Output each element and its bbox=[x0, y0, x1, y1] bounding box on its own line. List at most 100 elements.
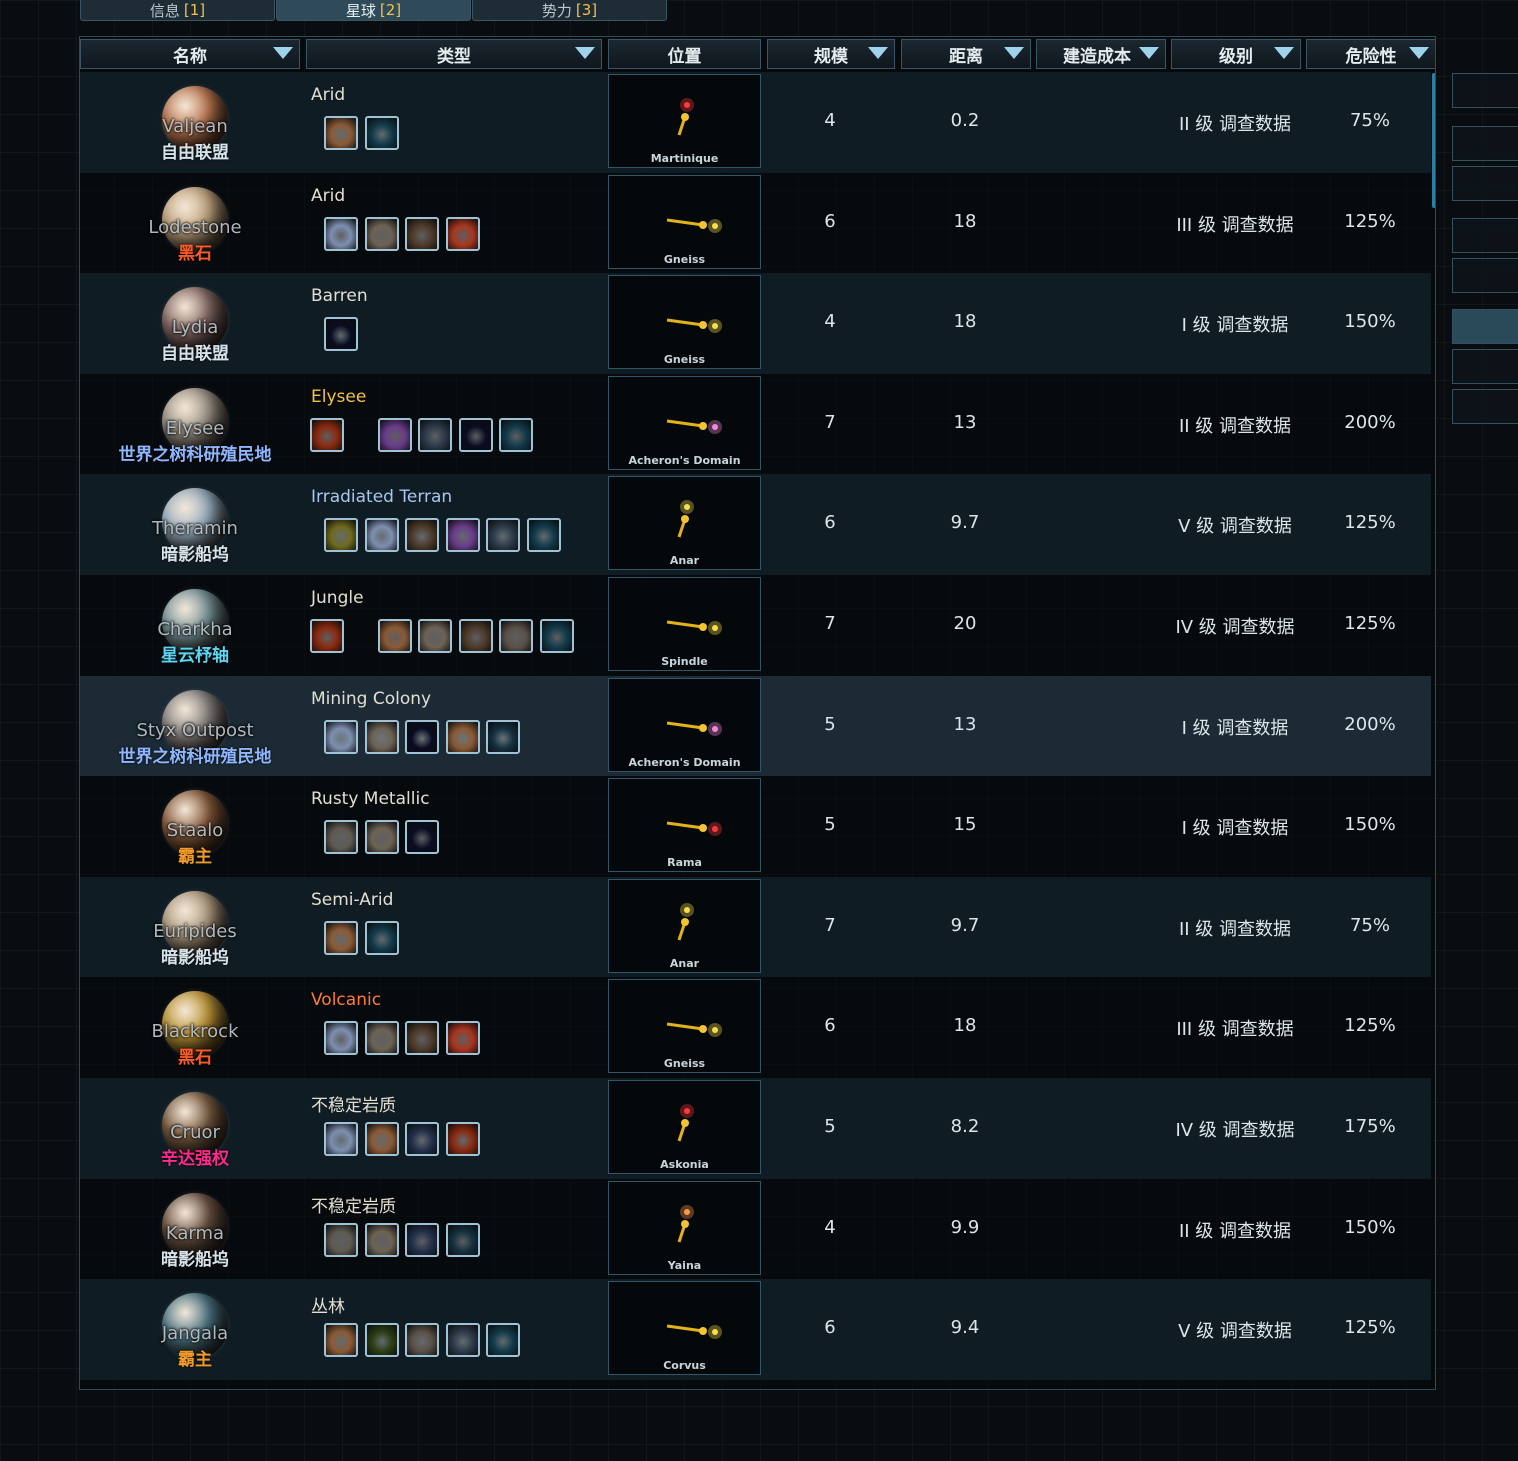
person-condition-icon[interactable] bbox=[364, 920, 399, 955]
header-hazard[interactable]: 危险性 bbox=[1306, 39, 1435, 69]
crystal-condition-icon[interactable] bbox=[445, 518, 480, 553]
location-minimap[interactable]: Yaina bbox=[608, 1180, 761, 1275]
wreck-condition-icon[interactable] bbox=[486, 518, 520, 553]
wreck-condition-icon[interactable] bbox=[445, 1323, 480, 1358]
table-row[interactable]: Jangala 霸主 丛林 Corvus 6 9.4 V 级 调查数据 125% bbox=[80, 1279, 1431, 1380]
header-tier[interactable]: 级别 bbox=[1171, 39, 1301, 69]
table-row[interactable]: Theramin 暗影船坞 Irradiated Terran Anar 6 9.7 V 级… bbox=[80, 474, 1431, 575]
header-build-cost[interactable]: 建造成本 bbox=[1036, 39, 1166, 69]
table-row[interactable]: Elysee 世界之树科研殖民地 Elysee Acheron's Domain 7 13… bbox=[80, 374, 1431, 475]
person-condition-icon[interactable] bbox=[539, 618, 574, 653]
tab-factions[interactable]: 势力 [3] bbox=[472, 0, 667, 21]
side-button[interactable] bbox=[1452, 73, 1518, 108]
stars-condition-icon[interactable] bbox=[324, 317, 358, 352]
stars-condition-icon[interactable] bbox=[458, 417, 493, 452]
heat-condition-icon[interactable] bbox=[445, 216, 480, 251]
person-condition-icon[interactable] bbox=[364, 116, 399, 150]
location-minimap[interactable]: Rama bbox=[608, 778, 761, 873]
side-button[interactable] bbox=[1452, 126, 1518, 161]
mountain-condition-icon[interactable] bbox=[364, 719, 399, 754]
ice-condition-icon[interactable] bbox=[324, 1021, 358, 1056]
crystal-condition-icon[interactable] bbox=[377, 417, 412, 452]
person-condition-icon[interactable] bbox=[526, 518, 561, 553]
mountain-condition-icon[interactable] bbox=[418, 618, 452, 653]
scrollbar-thumb[interactable] bbox=[1432, 73, 1435, 208]
lava-condition-icon[interactable] bbox=[310, 618, 344, 653]
location-minimap[interactable]: Corvus bbox=[608, 1281, 761, 1376]
tab-info[interactable]: 信息 [1] bbox=[80, 0, 275, 21]
planet-size: 7 bbox=[824, 914, 836, 936]
ice-condition-icon[interactable] bbox=[324, 1121, 358, 1156]
person-condition-icon[interactable] bbox=[486, 1323, 520, 1358]
tab-planets[interactable]: 星球 [2] bbox=[276, 0, 471, 21]
side-button[interactable] bbox=[1452, 349, 1518, 384]
vine-condition-icon[interactable] bbox=[405, 518, 439, 553]
location-minimap[interactable]: Acheron's Domain bbox=[608, 375, 761, 470]
location-minimap[interactable]: Martinique bbox=[608, 74, 761, 168]
ice-condition-icon[interactable] bbox=[364, 518, 399, 553]
desert-condition-icon[interactable] bbox=[324, 1323, 358, 1358]
planet-faction: 自由联盟 bbox=[161, 344, 229, 365]
stars-condition-icon[interactable] bbox=[405, 719, 439, 754]
location-minimap[interactable]: Anar bbox=[608, 476, 761, 571]
mountain-condition-icon[interactable] bbox=[364, 820, 399, 855]
side-button-active[interactable] bbox=[1452, 309, 1518, 344]
mountain-condition-icon[interactable] bbox=[364, 216, 399, 251]
table-row[interactable]: Euripides 暗影船坞 Semi-Arid Anar 7 9.7 II 级 调查数据 7… bbox=[80, 876, 1431, 978]
side-button[interactable] bbox=[1452, 258, 1518, 293]
location-minimap[interactable]: Askonia bbox=[608, 1079, 761, 1174]
mountain-condition-icon[interactable] bbox=[364, 1222, 399, 1257]
moss-condition-icon[interactable] bbox=[324, 518, 358, 553]
side-button[interactable] bbox=[1452, 389, 1518, 424]
side-button[interactable] bbox=[1452, 218, 1518, 253]
vine-condition-icon[interactable] bbox=[405, 1021, 439, 1056]
ice-condition-icon[interactable] bbox=[324, 719, 358, 754]
vine-condition-icon[interactable] bbox=[458, 618, 493, 653]
sky-condition-icon[interactable] bbox=[405, 1222, 439, 1257]
table-row[interactable]: Lodestone 黑石 Arid Gneiss 6 18 III 级 调查数据 125% bbox=[80, 173, 1431, 274]
person-condition-icon[interactable] bbox=[499, 417, 533, 452]
desert-condition-icon[interactable] bbox=[324, 116, 358, 150]
gas-condition-icon[interactable] bbox=[486, 719, 520, 754]
rock-condition-icon[interactable] bbox=[499, 618, 533, 653]
lava-condition-icon[interactable] bbox=[445, 1121, 480, 1156]
table-row[interactable]: Valjean 自由联盟 Arid Martinique 4 0.2 II 级 调查数据 75… bbox=[80, 72, 1431, 173]
location-minimap[interactable]: Gneiss bbox=[608, 979, 761, 1074]
location-minimap[interactable]: Acheron's Domain bbox=[608, 677, 761, 772]
header-name[interactable]: 名称 bbox=[80, 39, 300, 69]
location-minimap[interactable]: Gneiss bbox=[608, 275, 761, 370]
planet-type: Elysee bbox=[311, 386, 367, 407]
table-row[interactable]: Lydia 自由联盟 Barren Gneiss 4 18 I 级 调查数据 150% bbox=[80, 273, 1431, 374]
metal-condition-icon[interactable] bbox=[324, 1222, 358, 1257]
table-row[interactable]: Blackrock 黑石 Volcanic Gneiss 6 18 III 级 调查数据 12… bbox=[80, 977, 1431, 1078]
lava-condition-icon[interactable] bbox=[310, 417, 344, 452]
side-button[interactable] bbox=[1452, 166, 1518, 201]
location-minimap[interactable]: Gneiss bbox=[608, 174, 761, 269]
header-scale[interactable]: 规模 bbox=[767, 39, 895, 69]
table-row[interactable]: Styx Outpost 世界之树科研殖民地 Mining Colony Achero… bbox=[80, 675, 1431, 777]
desert-condition-icon[interactable] bbox=[364, 1121, 399, 1156]
vine-condition-icon[interactable] bbox=[405, 216, 439, 251]
table-row[interactable]: Staalo 霸主 Rusty Metallic Rama 5 15 I 级 调查数据 150… bbox=[80, 776, 1431, 877]
header-location[interactable]: 位置 bbox=[608, 39, 761, 69]
desert-condition-icon[interactable] bbox=[324, 920, 358, 955]
rock-condition-icon[interactable] bbox=[405, 1323, 439, 1358]
table-row[interactable]: Charkha 星云杼轴 Jungle Spindle 7 20 IV 级 调查数据 125% bbox=[80, 575, 1431, 676]
wreck-condition-icon[interactable] bbox=[418, 417, 452, 452]
location-minimap[interactable]: Anar bbox=[608, 878, 761, 973]
header-type[interactable]: 类型 bbox=[306, 39, 602, 69]
header-distance[interactable]: 距离 bbox=[901, 39, 1031, 69]
heat-condition-icon[interactable] bbox=[445, 1021, 480, 1056]
gas-condition-icon[interactable] bbox=[445, 1222, 480, 1257]
table-row[interactable]: Karma 暗影船坞 不稳定岩质 Yaina 4 9.9 II 级 调查数据 150% bbox=[80, 1179, 1431, 1280]
stars-condition-icon[interactable] bbox=[405, 820, 439, 855]
location-minimap[interactable]: Spindle bbox=[608, 576, 761, 671]
sky-condition-icon[interactable] bbox=[405, 1121, 439, 1156]
mountain-condition-icon[interactable] bbox=[364, 1021, 399, 1056]
plant-condition-icon[interactable] bbox=[364, 1323, 399, 1358]
metal-condition-icon[interactable] bbox=[324, 820, 358, 855]
desert-condition-icon[interactable] bbox=[445, 719, 480, 754]
desert-condition-icon[interactable] bbox=[377, 618, 412, 653]
ice-condition-icon[interactable] bbox=[324, 216, 358, 251]
table-row[interactable]: Cruor 辛达强权 不稳定岩质 Askonia 5 8.2 IV 级 调查数据 175% bbox=[80, 1077, 1431, 1179]
